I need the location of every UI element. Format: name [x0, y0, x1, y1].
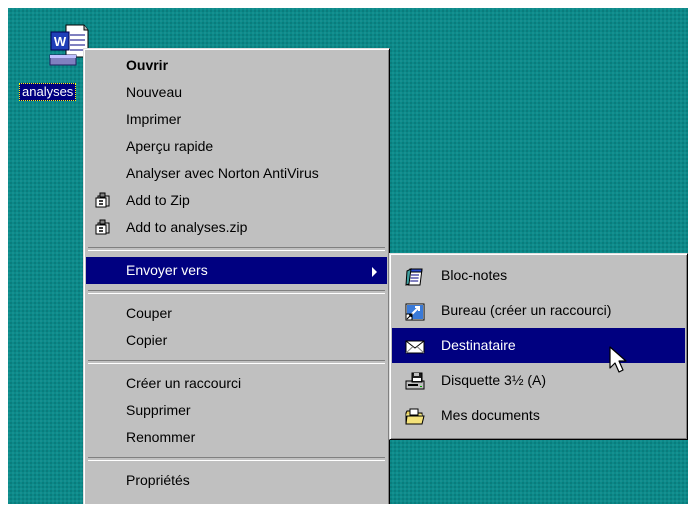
menu-item-label: Analyser avec Norton AntiVirus	[126, 165, 319, 181]
menu-item-apercu-rapide[interactable]: Aperçu rapide	[86, 133, 387, 160]
menu-item-label: Renommer	[126, 429, 196, 445]
notepad-icon	[404, 265, 426, 286]
menu-item-ouvrir[interactable]: Ouvrir	[86, 52, 387, 79]
send-to-submenu: Bloc-notes Bureau (créer un raccourci) D…	[389, 253, 688, 440]
submenu-item-bureau[interactable]: Bureau (créer un raccourci)	[392, 293, 685, 328]
menu-item-label: Imprimer	[126, 111, 182, 127]
submenu-item-destinataire[interactable]: Destinataire	[392, 328, 685, 363]
menu-item-proprietes[interactable]: Propriétés	[86, 467, 387, 494]
submenu-item-bloc-notes[interactable]: Bloc-notes	[392, 258, 685, 293]
mouse-pointer-icon	[608, 346, 636, 376]
folder-icon	[404, 405, 426, 425]
submenu-item-label: Bloc-notes	[441, 267, 508, 283]
menu-item-copier[interactable]: Copier	[86, 327, 387, 354]
menu-item-label: Add to Zip	[126, 192, 190, 208]
menu-item-label: Copier	[126, 332, 168, 348]
menu-item-nouveau[interactable]: Nouveau	[86, 79, 387, 106]
context-menu: Ouvrir Nouveau Imprimer Aperçu rapide An…	[83, 48, 390, 504]
menu-item-add-to-zip[interactable]: Add to Zip	[86, 187, 387, 214]
submenu-item-mes-documents[interactable]: Mes documents	[392, 398, 685, 433]
submenu-item-disquette[interactable]: Disquette 3½ (A)	[392, 363, 685, 398]
menu-item-label: Supprimer	[126, 402, 191, 418]
menu-item-add-to-analyses-zip[interactable]: Add to analyses.zip	[86, 214, 387, 241]
desktop-shortcut-icon	[404, 300, 426, 321]
winzip-icon	[94, 219, 112, 237]
menu-item-analyser-norton[interactable]: Analyser avec Norton AntiVirus	[86, 160, 387, 187]
menu-item-label: Nouveau	[126, 84, 183, 100]
menu-separator	[88, 247, 385, 251]
mail-envelope-icon	[404, 335, 426, 355]
menu-item-supprimer[interactable]: Supprimer	[86, 397, 387, 424]
file-label[interactable]: analyses	[19, 83, 77, 101]
menu-item-envoyer-vers[interactable]: Envoyer vers	[86, 257, 387, 284]
menu-item-label: Ouvrir	[126, 57, 169, 73]
menu-item-label: Propriétés	[126, 472, 190, 488]
menu-item-renommer[interactable]: Renommer	[86, 424, 387, 451]
menu-separator	[88, 457, 385, 461]
menu-item-label: Add to analyses.zip	[126, 219, 248, 235]
menu-item-label: Créer un raccourci	[126, 375, 242, 391]
floppy-drive-icon	[404, 370, 426, 390]
menu-item-label: Aperçu rapide	[126, 138, 214, 154]
menu-item-couper[interactable]: Couper	[86, 300, 387, 327]
menu-item-label: Envoyer vers	[126, 262, 208, 278]
winzip-icon	[94, 192, 112, 210]
submenu-arrow-icon	[372, 267, 377, 277]
menu-separator	[88, 360, 385, 364]
svg-text:W: W	[54, 34, 67, 49]
menu-item-label: Couper	[126, 305, 172, 321]
submenu-item-label: Mes documents	[441, 407, 540, 423]
menu-separator	[88, 290, 385, 294]
submenu-item-label: Destinataire	[441, 337, 516, 353]
menu-item-imprimer[interactable]: Imprimer	[86, 106, 387, 133]
menu-item-creer-raccourci[interactable]: Créer un raccourci	[86, 370, 387, 397]
submenu-item-label: Bureau (créer un raccourci)	[441, 302, 612, 318]
desktop[interactable]: W analyses Ouvrir Nouveau Imprimer Aperç…	[8, 8, 688, 504]
submenu-item-label: Disquette 3½ (A)	[441, 372, 547, 388]
